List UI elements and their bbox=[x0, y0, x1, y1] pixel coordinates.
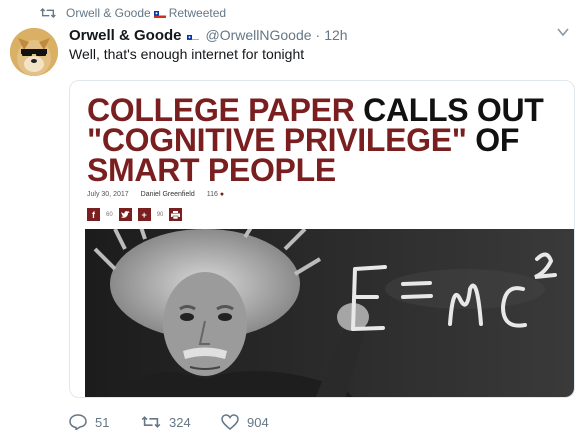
headline-part-red-3: SMART PEOPLE bbox=[87, 152, 336, 188]
retweeter-name[interactable]: Orwell & Goode bbox=[66, 6, 151, 20]
share-row: f 60 + 90 bbox=[87, 208, 183, 221]
comment-bubble-icon: ● bbox=[219, 191, 225, 198]
retweet-count: 324 bbox=[169, 414, 191, 430]
avatar[interactable] bbox=[10, 28, 58, 76]
like-button[interactable]: 904 bbox=[221, 414, 269, 430]
print-icon bbox=[169, 208, 183, 221]
tweet-text: Well, that's enough internet for tonight bbox=[69, 46, 305, 62]
heart-icon bbox=[221, 414, 239, 430]
plus-share-icon: + bbox=[137, 208, 151, 221]
article-author: Daniel Greenfield bbox=[140, 191, 195, 198]
twitter-share-icon bbox=[118, 208, 132, 221]
user-handle[interactable]: @OrwellNGoode bbox=[206, 27, 312, 43]
facebook-share-icon: f bbox=[87, 208, 100, 221]
retweeted-label: Retweeted bbox=[168, 6, 227, 20]
article-comments: 116 ● bbox=[207, 191, 224, 198]
reply-icon bbox=[69, 414, 87, 430]
comment-count: 116 bbox=[206, 191, 218, 198]
retweet-context[interactable]: Orwell & Goode Retweeted bbox=[40, 5, 226, 21]
chile-flag-icon bbox=[153, 9, 166, 18]
article-date: July 30, 2017 bbox=[87, 191, 129, 198]
chevron-down-icon[interactable] bbox=[557, 27, 569, 37]
tweet-media[interactable]: COLLEGE PAPER CALLS OUT "COGNITIVE PRIVI… bbox=[69, 80, 575, 398]
tweet-timestamp[interactable]: 12h bbox=[324, 27, 347, 43]
article-photo bbox=[85, 229, 574, 397]
display-name[interactable]: Orwell & Goode bbox=[69, 27, 182, 44]
separator-dot: · bbox=[315, 27, 321, 43]
retweet-icon bbox=[141, 416, 161, 428]
tweet-actions: 51 324 904 bbox=[69, 414, 269, 430]
headline-part-black-2: OF bbox=[466, 122, 520, 158]
retweet-button[interactable]: 324 bbox=[141, 414, 221, 430]
facebook-count: 60 bbox=[106, 211, 113, 218]
retweet-icon bbox=[40, 8, 56, 18]
plus-count: 90 bbox=[156, 211, 164, 218]
reply-button[interactable]: 51 bbox=[69, 414, 141, 430]
chile-flag-icon bbox=[186, 31, 199, 40]
tweet-header: Orwell & Goode @OrwellNGoode · 12h bbox=[69, 25, 557, 45]
reply-count: 51 bbox=[95, 414, 110, 430]
article-meta: July 30, 2017 Daniel Greenfield 116 ● bbox=[87, 191, 224, 198]
article-headline: COLLEGE PAPER CALLS OUT "COGNITIVE PRIVI… bbox=[87, 94, 567, 188]
like-count: 904 bbox=[247, 414, 269, 430]
